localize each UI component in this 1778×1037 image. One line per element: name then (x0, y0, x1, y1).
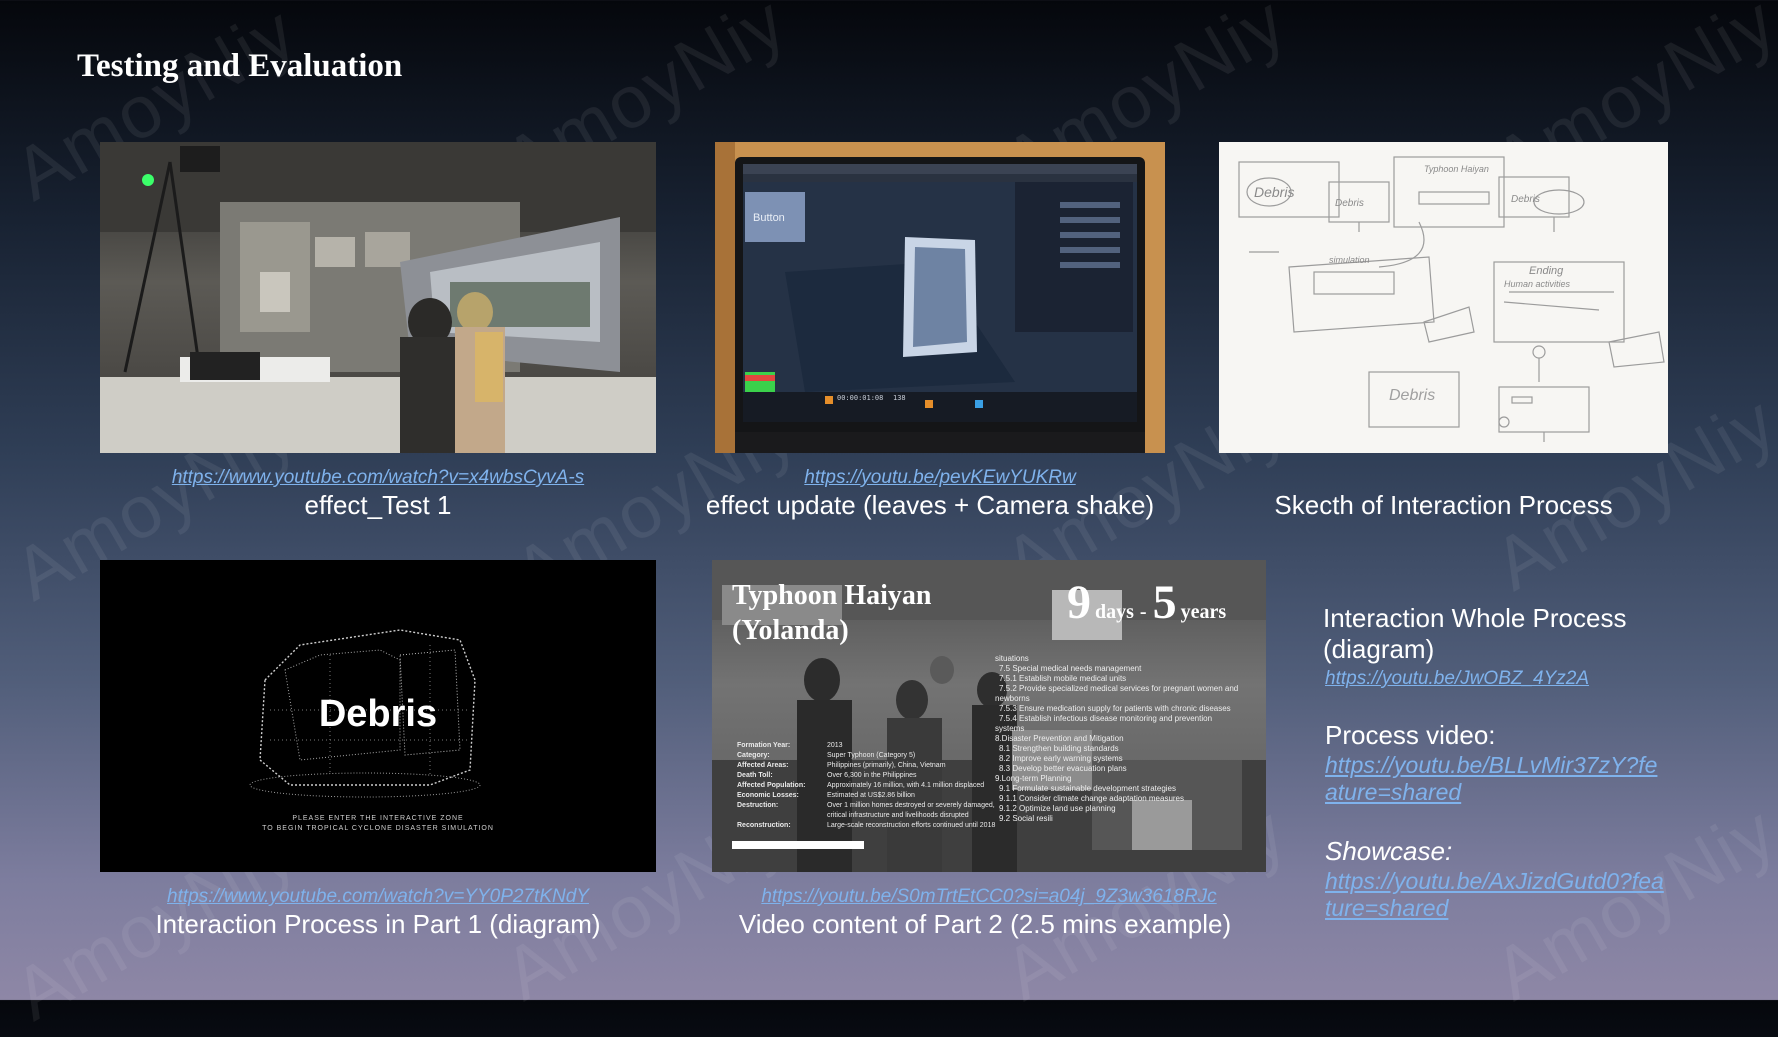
plan-line: situations (995, 654, 1029, 663)
days-word: days (1095, 601, 1134, 623)
plan-line: 7.5.3 Ensure medication supply for patie… (999, 704, 1231, 713)
counter-dash: - (1139, 601, 1147, 623)
plan-line: 9.1.1 Consider climate change adaptation… (999, 794, 1184, 803)
typhoon-video-link[interactable]: https://youtu.be/S0mTrtEtCC0?si=a04j_9Z3… (712, 886, 1266, 908)
info-row: Destruction: Over 1 million homes destro… (737, 802, 995, 809)
plan-line: 8.1 Strengthen building standards (999, 744, 1119, 753)
screen-frame-number: 138 (893, 394, 906, 402)
info-row: Economic Losses: Estimated at US$2.86 bi… (737, 792, 915, 799)
sketch-note: Debris (1254, 184, 1295, 200)
interaction-sketch[interactable]: Debris Debris Typhoon Haiyan Debris simu… (1219, 142, 1668, 453)
slide-title: Testing and Evaluation (77, 48, 403, 84)
plan-line: 7.5.4 Establish infectious disease monit… (999, 714, 1213, 723)
debris-word: Debris (318, 693, 438, 735)
plan-line: 8.2 Improve early warning systems (999, 754, 1123, 763)
days-years-counter: 9 days - 5 years (1067, 575, 1226, 630)
plan-line: 7.5.2 Provide specialized medical servic… (999, 684, 1239, 693)
typhoon-video-caption: Video content of Part 2 (2.5 mins exampl… (738, 909, 1232, 939)
effect-test-link[interactable]: https://www.youtube.com/watch?v=x4wbsCyv… (100, 467, 656, 489)
screen-button-label: Button (753, 212, 785, 224)
debris-caption: Interaction Process in Part 1 (diagram) (155, 909, 601, 939)
sketch-note: Debris (1389, 387, 1436, 404)
typhoon-title-line2: (Yolanda) (732, 615, 849, 646)
effect-update-photo[interactable]: Button 00:00:01:08 138 (715, 142, 1165, 453)
sketch-note: Human activities (1504, 279, 1571, 289)
debris-diagram[interactable]: Debris PLEASE ENTER THE INTERACTIVE ZONE… (100, 560, 656, 872)
typhoon-video-frame[interactable]: Typhoon Haiyan (Yolanda) 9 days - 5 year… (712, 560, 1266, 872)
plan-line: 7.5 Special medical needs management (999, 664, 1142, 673)
plan-line: systems (995, 724, 1025, 733)
days-number: 9 (1067, 576, 1091, 629)
debris-link[interactable]: https://www.youtube.com/watch?v=YY0P27tK… (100, 886, 656, 908)
sketch-note: simulation (1329, 255, 1370, 265)
sketch-note: Typhoon Haiyan (1424, 164, 1489, 174)
plan-line: 7.5.1 Establish mobile medical units (999, 674, 1127, 683)
info-row: Affected Population: Approximately 16 mi… (737, 782, 985, 789)
screen-timecode: 00:00:01:08 (837, 394, 884, 402)
process-video-label: Process video: (1325, 720, 1496, 750)
plan-line: 8.3 Develop better evacuation plans (999, 764, 1127, 773)
effect-test-caption: effect_Test 1 (304, 490, 452, 520)
process-video-link[interactable]: https://youtu.be/BLLvMir37zY?feature=sha… (1325, 752, 1670, 806)
info-row: Reconstruction: Large-scale reconstructi… (737, 822, 996, 829)
debris-prompt-line2: TO BEGIN TROPICAL CYCLONE DISASTER SIMUL… (262, 825, 494, 832)
whole-process-link[interactable]: https://youtu.be/JwOBZ_4Yz2A (1325, 665, 1589, 692)
years-word: years (1180, 601, 1227, 623)
plan-line: 9.1 Formulate sustainable development st… (999, 784, 1176, 793)
showcase-label: Showcase: (1325, 836, 1453, 866)
plan-line: 8.Disaster Prevention and Mitigation (995, 734, 1124, 743)
sketch-note: Debris (1511, 194, 1540, 205)
info-row: Category: Super Typhoon (Category 5) (737, 752, 916, 759)
whole-process-label: Interaction Whole Process (diagram) (1323, 603, 1627, 664)
plan-line: 9.1.2 Optimize land use planning (999, 804, 1116, 813)
debris-prompt-line1: PLEASE ENTER THE INTERACTIVE ZONE (292, 815, 464, 822)
plan-line: 9.Long-term Planning (995, 774, 1072, 783)
sketch-note: Ending (1529, 265, 1564, 277)
laptop-scene-image (715, 142, 1165, 453)
plan-line: newborns (995, 694, 1030, 703)
info-row: Death Toll: Over 6,300 in the Philippine… (737, 772, 917, 779)
info-row: Formation Year: 2013 (737, 742, 843, 749)
years-number: 5 (1152, 576, 1177, 629)
info-row: Affected Areas: Philippines (primarily),… (737, 762, 946, 769)
video-progress-bar[interactable] (732, 841, 864, 849)
effect-update-caption: effect update (leaves + Camera shake) (705, 490, 1155, 520)
sketch-caption: Skecth of Interaction Process (1274, 490, 1613, 520)
plan-line: 9.2 Social resili (999, 814, 1053, 823)
effect-test-photo[interactable] (100, 142, 656, 453)
showcase-link[interactable]: https://youtu.be/AxJizdGutd0?feature=sha… (1325, 868, 1670, 922)
effect-update-link[interactable]: https://youtu.be/pevKEwYUKRw (690, 467, 1190, 489)
classroom-scene-image (100, 142, 656, 453)
typhoon-title-line1: Typhoon Haiyan (732, 580, 932, 611)
sketch-note: Debris (1335, 198, 1364, 209)
